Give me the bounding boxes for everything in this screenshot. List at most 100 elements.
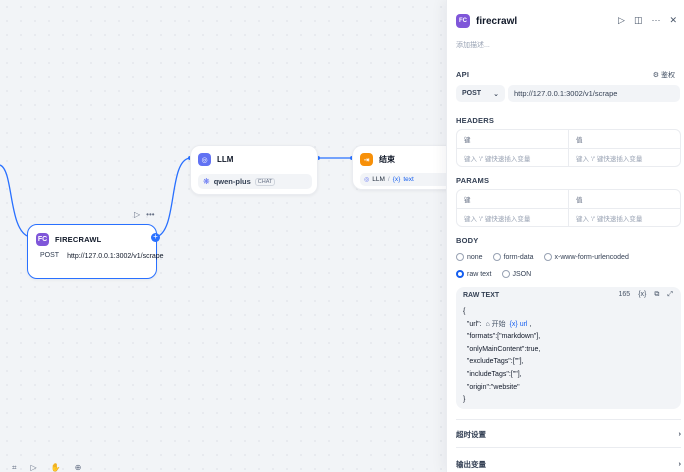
- panel-header: FC firecrawl: [456, 14, 517, 28]
- api-label: API: [456, 70, 470, 79]
- pointer-tool-icon[interactable]: ▷: [31, 463, 37, 472]
- radio-dot-selected: [456, 270, 464, 278]
- code-line: }: [463, 396, 466, 404]
- radio-label: none: [467, 253, 483, 261]
- llm-node[interactable]: ◎ LLM ❋ qwen-plus CHAT: [190, 145, 318, 195]
- chevron-right-icon: ›: [678, 429, 682, 438]
- raw-text-tools: 165 {x} ⧉ ⤢: [619, 291, 673, 299]
- method-select[interactable]: POST ⌄: [456, 85, 505, 102]
- body-none-radio[interactable]: none: [456, 253, 483, 261]
- radio-dot: [492, 253, 501, 261]
- header-value-input[interactable]: 键入 '/' 键快速插入变量: [568, 149, 680, 166]
- description-input[interactable]: 添加描述...: [456, 40, 490, 50]
- output-variable-chip: ◎ LLM / {x} text: [360, 173, 446, 186]
- body-json-radio[interactable]: JSON: [501, 270, 532, 278]
- radio-dot: [543, 253, 552, 261]
- insert-variable-icon[interactable]: {x}: [638, 291, 646, 299]
- chevron-right-icon: ›: [678, 459, 682, 468]
- radio-label: form-data: [503, 253, 534, 261]
- raw-text-label: RAW TEXT: [463, 292, 500, 299]
- select-tool-icon[interactable]: ⌗: [12, 463, 17, 472]
- headers-value-col: 值: [568, 130, 680, 148]
- raw-text-editor[interactable]: RAW TEXT 165 {x} ⧉ ⤢ { "url": ⌂ 开始 {x} u…: [456, 287, 681, 409]
- llm-node-header: ◎ LLM: [198, 153, 233, 166]
- params-head-row: 键 值: [457, 190, 680, 208]
- headers-key-col: 键: [464, 137, 471, 144]
- node-toolbar: ▷ •••: [134, 210, 155, 219]
- end-node[interactable]: ⇥ 结束 ◎ LLM / {x} text: [352, 145, 446, 190]
- headers-input-row: 键入 '/' 键快速插入变量 键入 '/' 键快速插入变量: [457, 148, 680, 166]
- auth-label: 鉴权: [661, 72, 675, 79]
- char-count: 165: [618, 291, 631, 298]
- run-node-icon[interactable]: ▷: [134, 210, 140, 219]
- add-next-node-button[interactable]: +: [151, 233, 160, 242]
- code-line: "includeTags":[""],: [463, 370, 522, 378]
- radio-label: x-www-form-urlencoded: [554, 253, 629, 261]
- split-view-icon[interactable]: ◫: [634, 15, 643, 26]
- radio-dot: [456, 253, 464, 261]
- model-mode-tag: CHAT: [254, 177, 276, 186]
- firecrawl-method: POST: [40, 252, 60, 259]
- copy-icon[interactable]: ⧉: [654, 291, 659, 299]
- var-source: LLM: [372, 176, 385, 183]
- timeout-section[interactable]: 超时设置 ›: [456, 429, 681, 440]
- firecrawl-icon: FC: [36, 233, 49, 246]
- code-line: "origin":"website": [463, 383, 520, 391]
- panel-title[interactable]: firecrawl: [476, 16, 517, 27]
- firecrawl-url: http://127.0.0.1:3002/v1/scrape: [67, 253, 164, 260]
- url-key: "url":: [463, 320, 484, 328]
- add-node-icon[interactable]: ⊕: [75, 463, 82, 472]
- header-key-input[interactable]: 键入 '/' 键快速插入变量: [457, 149, 568, 166]
- auth-button[interactable]: ⚙ 鉴权: [653, 70, 675, 80]
- headers-label: HEADERS: [456, 116, 495, 125]
- params-key-col: 键: [464, 197, 471, 204]
- body-raw-text-radio[interactable]: raw text: [456, 270, 492, 278]
- raw-text-code[interactable]: { "url": ⌂ 开始 {x} url , "formats":["mark…: [463, 306, 540, 407]
- body-urlencoded-radio[interactable]: x-www-form-urlencoded: [543, 253, 629, 261]
- canvas-toolbar: ⌗ ▷ ✋ ⊕: [12, 463, 81, 472]
- body-type-row-2: raw text JSON: [456, 270, 531, 278]
- timeout-label: 超时设置: [456, 430, 486, 439]
- output-vars-section[interactable]: 输出变量 ›: [456, 459, 681, 470]
- firecrawl-node[interactable]: FC FIRECRAWL POST http://127.0.0.1:3002/…: [27, 224, 164, 279]
- code-line: "formats":["markdown"],: [463, 333, 541, 341]
- divider: [456, 447, 681, 448]
- radio-label: raw text: [467, 270, 492, 278]
- firecrawl-node-header: FC FIRECRAWL: [36, 233, 101, 246]
- run-step-icon[interactable]: ▷: [618, 15, 625, 26]
- body-label: BODY: [456, 236, 479, 245]
- more-icon[interactable]: ···: [651, 15, 660, 26]
- param-key-input[interactable]: 键入 '/' 键快速插入变量: [457, 209, 568, 226]
- close-icon[interactable]: ✕: [669, 15, 677, 26]
- code-line: "excludeTags":[""],: [463, 358, 524, 366]
- start-node-icon: ⌂: [485, 320, 490, 328]
- workflow-canvas[interactable]: ▷ ••• FC FIRECRAWL POST http://127.0.0.1…: [0, 0, 446, 472]
- llm-source-icon: ◎: [364, 177, 370, 183]
- var-name: text: [403, 176, 414, 183]
- chevron-down-icon: ⌄: [493, 90, 499, 98]
- params-value-col: 值: [568, 190, 680, 208]
- radio-dot: [501, 270, 510, 278]
- gear-icon: ⚙: [652, 72, 660, 79]
- end-node-header: ⇥ 结束: [360, 153, 395, 166]
- end-node-title: 结束: [379, 155, 395, 164]
- url-suffix: ,: [527, 320, 532, 328]
- headers-head-row: 键 值: [457, 130, 680, 148]
- node-config-panel: FC firecrawl ▷ ◫ ··· ✕ 添加描述... API ⚙ 鉴权 …: [446, 0, 684, 472]
- divider: [456, 419, 681, 420]
- panel-actions: ▷ ◫ ··· ✕: [618, 15, 677, 26]
- code-line-url: "url": ⌂ 开始 {x} url ,: [463, 320, 532, 328]
- model-name: qwen-plus: [213, 177, 251, 186]
- expand-icon[interactable]: ⤢: [667, 291, 673, 299]
- end-icon: ⇥: [360, 153, 373, 166]
- body-form-data-radio[interactable]: form-data: [492, 253, 534, 261]
- qwen-icon: ❋: [203, 177, 210, 186]
- code-line: "onlyMainContent":true,: [463, 345, 541, 353]
- radio-label: JSON: [512, 270, 532, 278]
- body-type-row-1: none form-data x-www-form-urlencoded: [456, 253, 629, 261]
- llm-node-title: LLM: [217, 155, 234, 164]
- node-more-icon[interactable]: •••: [146, 210, 154, 219]
- url-input[interactable]: http://127.0.0.1:3002/v1/scrape: [508, 85, 680, 102]
- hand-tool-icon[interactable]: ✋: [51, 463, 61, 472]
- param-value-input[interactable]: 键入 '/' 键快速插入变量: [568, 209, 680, 226]
